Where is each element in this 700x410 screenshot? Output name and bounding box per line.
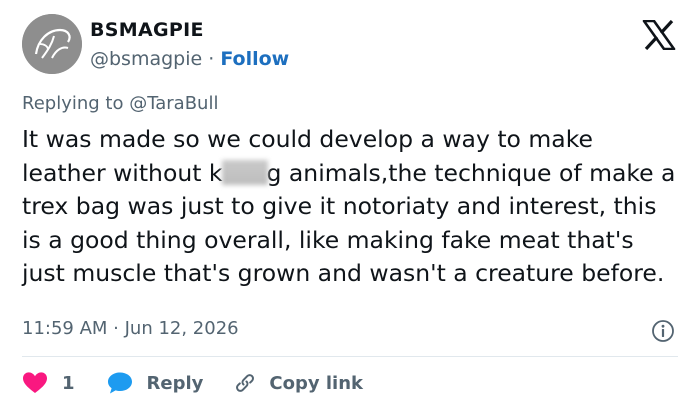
author-display-name[interactable]: BSMAGPIE	[90, 19, 204, 41]
replying-to-label: Replying to	[22, 93, 124, 114]
replying-to-mention[interactable]: @TaraBull	[129, 93, 218, 114]
divider	[22, 356, 678, 357]
avatar[interactable]	[22, 14, 82, 74]
copy-link-button[interactable]: Copy link	[233, 371, 363, 395]
speech-bubble-icon	[107, 372, 132, 394]
censored-word-blur	[221, 159, 268, 185]
tweet-timestamp[interactable]: 11:59 AM · Jun 12, 2026	[22, 318, 239, 339]
like-button[interactable]: 1	[22, 371, 75, 395]
reply-button[interactable]: Reply	[107, 371, 204, 395]
separator-dot: ·	[208, 48, 215, 70]
replying-to-line: Replying to @TaraBull	[22, 93, 218, 114]
tweet-text: It was made so we could develop a way to…	[22, 123, 682, 291]
info-icon[interactable]	[651, 319, 675, 343]
action-bar: 1 Reply Copy link	[22, 370, 363, 396]
magpie-logo-icon	[22, 14, 82, 74]
copy-link-label: Copy link	[269, 372, 363, 394]
reply-label: Reply	[146, 372, 204, 394]
like-count: 1	[62, 372, 75, 394]
author-handle-line: @bsmagpie · Follow	[90, 48, 289, 70]
follow-button[interactable]: Follow	[220, 48, 289, 70]
heart-icon	[23, 372, 47, 393]
author-handle[interactable]: @bsmagpie	[90, 48, 202, 70]
x-logo-icon[interactable]	[642, 19, 676, 51]
link-icon	[236, 374, 255, 392]
